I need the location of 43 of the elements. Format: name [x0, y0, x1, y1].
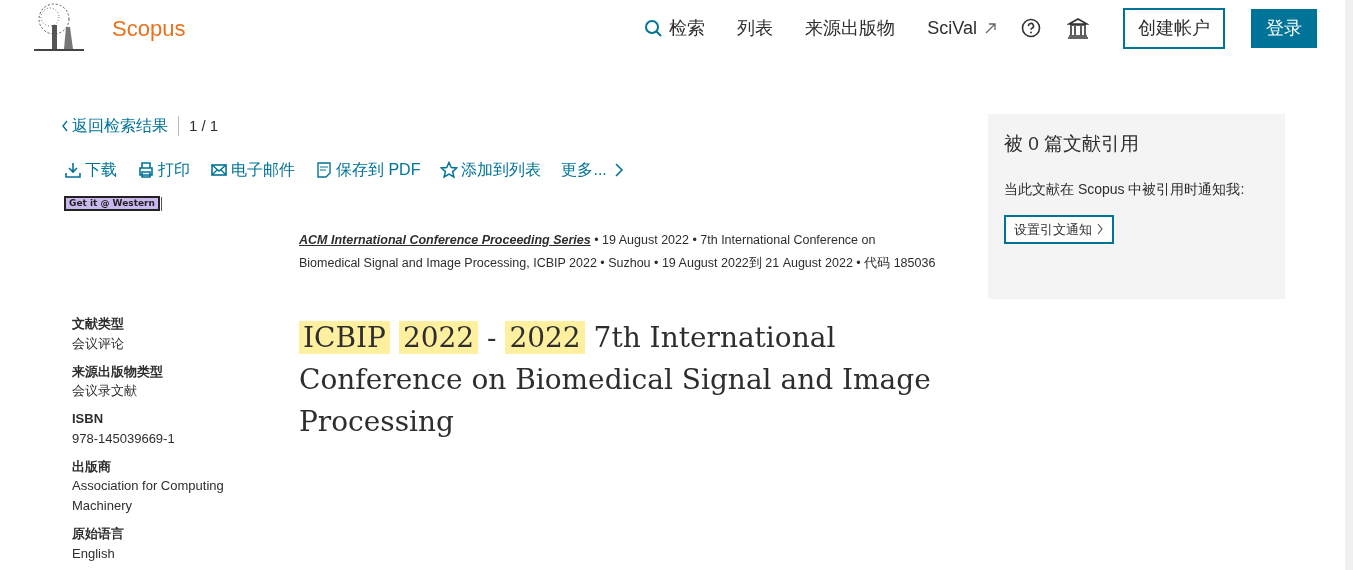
source-info: ACM International Conference Proceeding Series • 19 August 2022 • 7th International Conference on Biomedical Signal and Image Processing, ICBIP 2022 • Suzhou • 19 August 2022到 21 August 2022 • 代码 185036	[299, 232, 937, 272]
detail-label: 原始语言	[72, 525, 125, 543]
help-icon[interactable]	[1021, 18, 1041, 38]
document-icon	[315, 161, 333, 179]
detail-value: English	[72, 544, 116, 563]
result-position: 1 / 1	[189, 115, 219, 136]
toolbar-link[interactable]: 打印	[137, 158, 190, 182]
nav-link[interactable]: 来源出版物	[805, 14, 896, 42]
printer-icon	[137, 161, 155, 179]
toolbar-link[interactable]: 电子邮件	[210, 158, 295, 182]
brand-name[interactable]: Scopus	[112, 11, 186, 45]
search-icon	[644, 18, 664, 38]
citations-heading: 被 0 篇文献引用	[1004, 132, 1141, 156]
download-icon	[64, 161, 82, 179]
document-title: ICBIP 2022 - 2022 7th International Conference on Biomedical Signal and Image Processing	[299, 320, 932, 440]
chevron-right-icon	[1095, 222, 1104, 237]
detail-value: 会议评论	[72, 334, 125, 353]
chevron-left-icon	[60, 119, 69, 133]
alert-notice: 当此文献在 Scopus 中被引用时通知我:	[1004, 179, 1246, 199]
back-to-results-link[interactable]: 返回检索结果	[60, 114, 168, 138]
external-link-icon	[983, 20, 997, 36]
detail-label: 出版商	[72, 457, 112, 476]
toolbar-link[interactable]: 添加到列表	[440, 158, 542, 182]
create-account-button[interactable]: 创建帐户	[1123, 7, 1225, 49]
nav-link[interactable]: 列表	[737, 14, 774, 42]
nav-link[interactable]: SciVal	[927, 14, 997, 42]
toolbar-link[interactable]: 保存到 PDF	[315, 158, 421, 182]
detail-value: 会议录文献	[72, 382, 138, 400]
envelope-icon	[210, 161, 228, 179]
detail-label: 文献类型	[72, 315, 125, 333]
login-button[interactable]: 登录	[1251, 8, 1317, 48]
detail-label: 来源出版物类型	[72, 362, 164, 381]
star-icon	[440, 161, 459, 179]
get-it-button[interactable]: Get it @ Western	[64, 196, 160, 211]
series-link[interactable]: ACM International Conference Proceeding Series	[299, 233, 591, 247]
toolbar-link[interactable]: 更多...	[561, 158, 628, 182]
nav-link[interactable]: 检索	[644, 14, 706, 42]
institution-icon[interactable]	[1067, 17, 1089, 39]
set-alert-button[interactable]: 设置引文通知	[1004, 214, 1114, 244]
detail-value: 978-145039669-1	[72, 429, 176, 448]
detail-label: ISBN	[72, 410, 105, 428]
detail-value: Association for Computing Machinery	[72, 477, 225, 515]
toolbar-link[interactable]: 下载	[64, 158, 117, 182]
